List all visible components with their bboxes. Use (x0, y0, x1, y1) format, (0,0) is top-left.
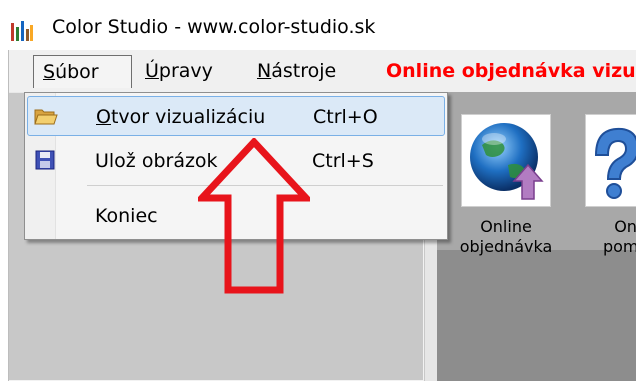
menu-online-order[interactable]: Online objednávka vizu (386, 55, 636, 88)
menu-upravy-mnemonic: Ú (145, 60, 159, 82)
menu-item-open-visualization[interactable]: Otvor vizualizáciu Ctrl+O (27, 96, 445, 136)
online-help-label-2: pomoc (602, 237, 636, 256)
app-logo-icon (11, 21, 33, 41)
folder-open-icon (34, 109, 58, 125)
window-title: Color Studio - www.color-studio.sk (52, 16, 376, 38)
menu-subor-mnemonic: S (43, 61, 56, 83)
help-question-icon (594, 127, 636, 199)
menu-nastroje-label: ástroje (271, 60, 337, 82)
menu-subor[interactable]: Súbor (33, 55, 132, 88)
menu-nastroje[interactable]: Nástroje (248, 55, 345, 88)
online-order-label-2: objednávka (459, 237, 553, 256)
globe-upload-icon (470, 123, 544, 200)
menu-subor-label: úbor (55, 61, 99, 83)
menu-upravy[interactable]: Úpravy (136, 55, 222, 88)
online-order-button[interactable] (461, 114, 551, 207)
menu-upravy-label: pravy (158, 60, 213, 82)
menu-bar: Súbor Úpravy Nástroje Online objednávka … (9, 50, 636, 92)
floppy-disk-icon (35, 150, 55, 170)
save-shortcut: Ctrl+S (312, 150, 374, 172)
open-shortcut: Ctrl+O (313, 106, 378, 128)
open-mnemonic: O (96, 106, 111, 128)
open-visualization-label: Otvor vizualizáciu (96, 106, 265, 128)
red-up-arrow-annotation (198, 138, 310, 294)
toolbar-area: Online objednávka Onli pomoc (437, 92, 636, 381)
open-label-rest: tvor vizualizáciu (110, 106, 266, 128)
online-help-label-1: Onli (614, 217, 636, 236)
title-bar: Color Studio - www.color-studio.sk (0, 0, 636, 50)
online-help-button[interactable] (585, 114, 636, 207)
online-order-label-1: Online (480, 217, 532, 236)
menu-nastroje-mnemonic: N (257, 60, 272, 82)
exit-label: Koniec (95, 205, 158, 227)
